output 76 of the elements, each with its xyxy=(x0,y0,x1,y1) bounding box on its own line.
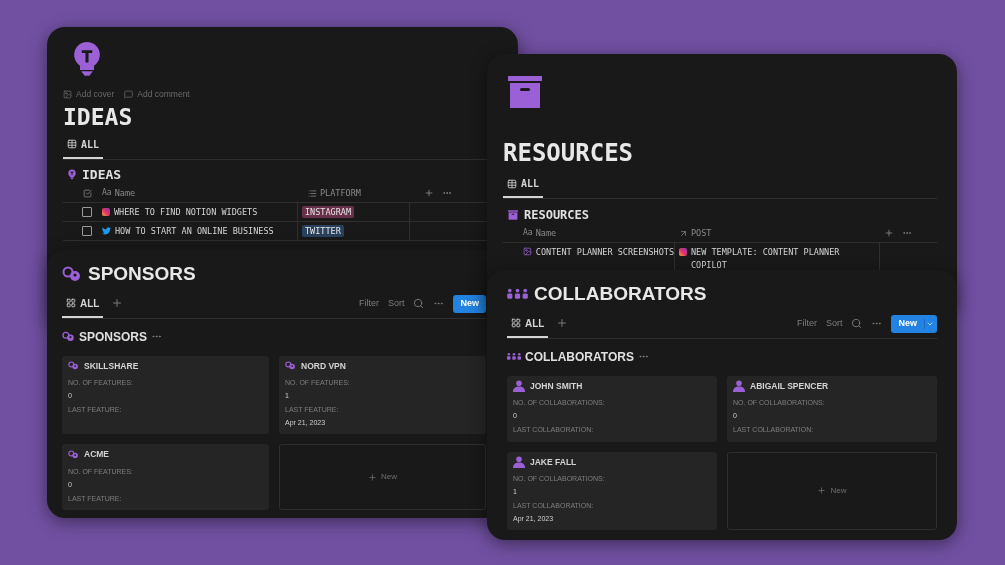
card-title: SKILLSHARE xyxy=(84,359,139,373)
comment-icon xyxy=(124,89,134,99)
page-title: COLLABORATORS xyxy=(534,282,707,306)
card-title: JAKE FALL xyxy=(530,455,577,469)
coins-icon xyxy=(285,361,296,371)
row-checkbox[interactable] xyxy=(82,207,92,218)
table-icon xyxy=(67,139,77,150)
coins-icon xyxy=(62,331,75,342)
database-title: SPONSORS xyxy=(79,328,147,346)
column-header[interactable]: Name xyxy=(535,226,557,240)
coins-icon xyxy=(68,361,79,371)
camera-icon xyxy=(679,248,687,256)
page-title: IDEAS xyxy=(63,102,134,131)
row-title[interactable]: WHERE TO FIND NOTION WIDGETS xyxy=(114,205,258,219)
coins-icon xyxy=(62,266,82,283)
post-link[interactable]: NEW TEMPLATE: CONTENT PLANNER COPILOT xyxy=(691,246,879,272)
toolbar-button[interactable]: Sort xyxy=(387,296,405,311)
platform-tag: INSTAGRAM xyxy=(302,206,355,219)
text-type-icon: Aa xyxy=(523,227,533,239)
toolbar-button[interactable]: Filter xyxy=(358,296,379,311)
new-button[interactable]: New xyxy=(891,314,937,333)
new-button[interactable]: New xyxy=(453,294,486,313)
image-icon xyxy=(523,247,532,256)
card-title: JOHN SMITH xyxy=(530,379,583,393)
person-icon xyxy=(733,379,745,392)
list-icon xyxy=(308,188,317,198)
plus-icon xyxy=(817,486,827,496)
page-title: SPONSORS xyxy=(88,262,196,286)
new-card-button[interactable]: New xyxy=(279,444,486,511)
database-title: RESOURCES xyxy=(524,207,590,224)
card-title: NORD VPN xyxy=(301,359,346,373)
search-icon[interactable] xyxy=(851,318,863,329)
search-icon[interactable] xyxy=(413,298,425,309)
column-header[interactable]: Name xyxy=(114,186,136,200)
card-title: ACME xyxy=(84,448,110,461)
bird-icon xyxy=(102,227,111,236)
people-icon xyxy=(507,288,528,301)
page-title: RESOURCES xyxy=(503,138,635,168)
new-card-button[interactable]: New xyxy=(727,451,937,531)
camera-icon xyxy=(102,208,110,217)
database-title: COLLABORATORS xyxy=(525,348,634,366)
caret-icon xyxy=(924,318,934,329)
row-title[interactable]: CONTENT PLANNER SCREENSHOTS xyxy=(535,246,674,259)
table-icon xyxy=(507,178,517,189)
column-header[interactable]: PLATFORM xyxy=(320,186,361,200)
platform-tag: TWITTER xyxy=(302,225,344,238)
text-type-icon: Aa xyxy=(102,187,112,200)
checkbox-column-icon xyxy=(83,188,92,198)
database-title: IDEAS xyxy=(82,165,122,184)
view-tab[interactable]: ALL xyxy=(63,134,104,159)
gallery-icon xyxy=(511,318,521,328)
plus-icon xyxy=(368,472,377,482)
add-column-icon[interactable] xyxy=(424,188,434,199)
toolbar-button[interactable]: Filter xyxy=(796,316,817,331)
row-checkbox[interactable] xyxy=(82,226,92,237)
people-icon xyxy=(507,352,521,361)
lightbulb-icon xyxy=(68,169,76,180)
card-title: ABIGAIL SPENCER xyxy=(750,379,829,393)
column-header[interactable]: POST xyxy=(691,226,712,240)
coins-icon xyxy=(68,450,79,460)
lightbulb-icon xyxy=(73,41,101,78)
archive-box-icon xyxy=(508,76,542,108)
add-view-icon[interactable] xyxy=(111,297,124,309)
add-view-icon[interactable] xyxy=(556,317,569,329)
gallery-icon xyxy=(66,298,76,308)
person-icon xyxy=(513,455,525,468)
view-tab[interactable]: ALL xyxy=(507,313,549,338)
person-icon xyxy=(513,379,525,392)
relation-arrow-icon xyxy=(679,228,688,238)
view-tab[interactable]: ALL xyxy=(62,293,104,318)
view-tab[interactable]: ALL xyxy=(503,174,544,198)
add-column-icon[interactable] xyxy=(884,228,894,238)
image-icon xyxy=(63,89,72,99)
archive-box-icon xyxy=(508,210,518,220)
toolbar-button[interactable]: Sort xyxy=(825,316,843,331)
row-title[interactable]: HOW TO START AN ONLINE BUSINESS xyxy=(115,224,274,238)
